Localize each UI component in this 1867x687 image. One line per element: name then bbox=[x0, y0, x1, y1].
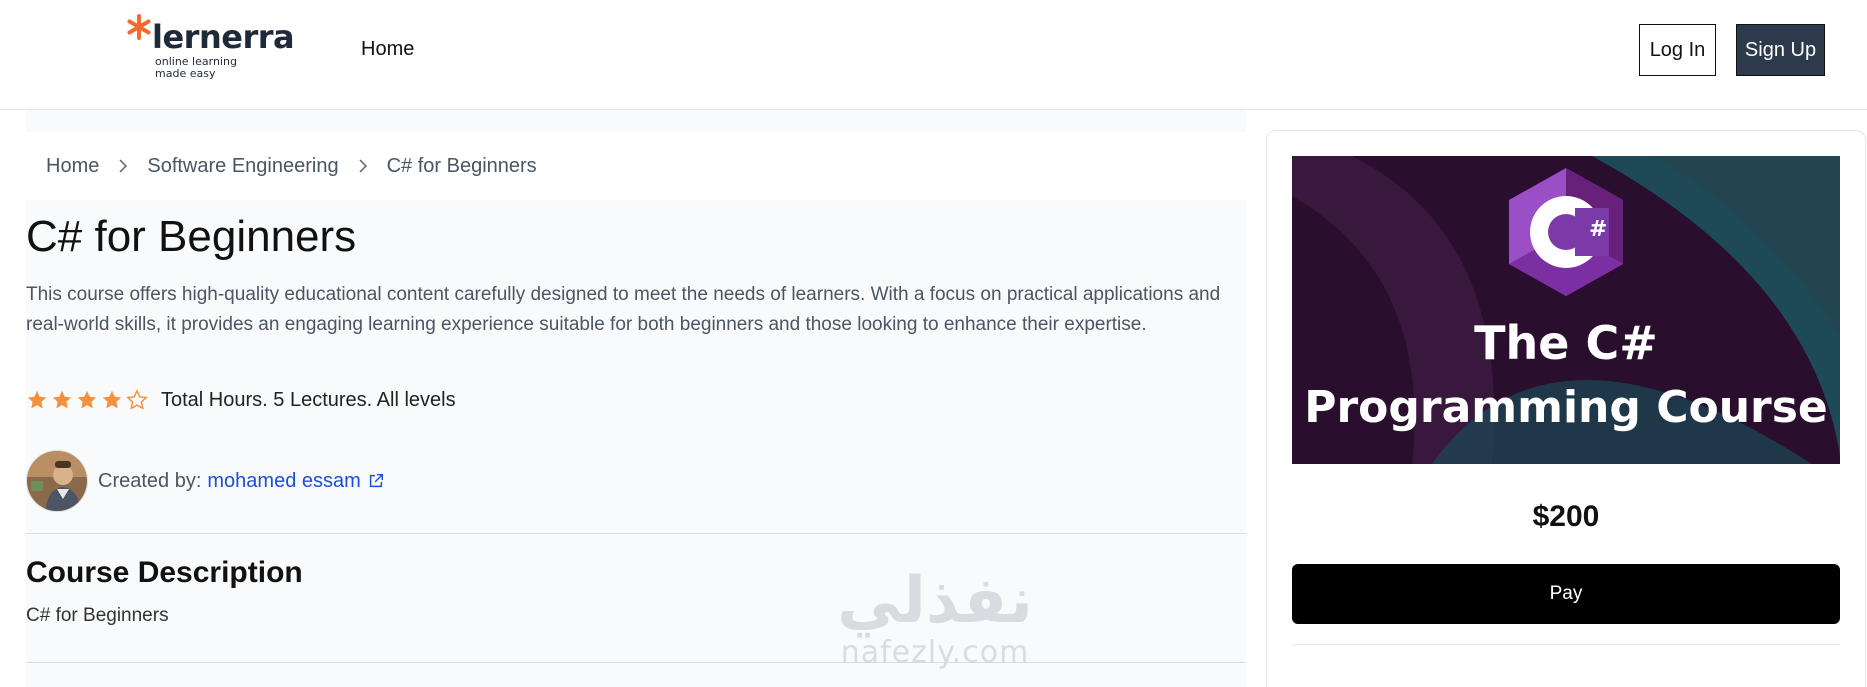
chevron-right-icon bbox=[119, 159, 128, 173]
star-icon bbox=[27, 390, 47, 409]
nav-home-link[interactable]: Home bbox=[361, 38, 414, 61]
signup-button[interactable]: Sign Up bbox=[1736, 24, 1825, 76]
rating-row: Total Hours. 5 Lectures. All levels bbox=[26, 386, 456, 414]
external-link-icon[interactable] bbox=[367, 472, 385, 490]
section-title: Course Description bbox=[26, 556, 303, 589]
chevron-right-icon bbox=[359, 159, 367, 173]
banner-title-line2: Programming Course bbox=[1304, 382, 1828, 433]
creator-row: Created by: mohamed essam bbox=[26, 449, 385, 513]
section-body: C# for Beginners bbox=[26, 605, 169, 626]
breadcrumb: Home Software Engineering C# for Beginne… bbox=[26, 132, 1246, 200]
star-icon bbox=[102, 390, 122, 409]
breadcrumb-home[interactable]: Home bbox=[46, 155, 99, 178]
course-description: This course offers high-quality educatio… bbox=[26, 284, 1221, 335]
divider bbox=[26, 662, 1246, 663]
breadcrumb-current: C# for Beginners bbox=[386, 154, 537, 177]
logo-wordmark: lernerra bbox=[152, 18, 295, 56]
creator-link[interactable]: mohamed essam bbox=[207, 470, 360, 493]
login-button[interactable]: Log In bbox=[1639, 24, 1716, 76]
star-icon bbox=[52, 390, 72, 409]
divider bbox=[26, 533, 1246, 534]
course-meta: Total Hours. 5 Lectures. All levels bbox=[161, 388, 456, 411]
logo-tagline: online learning made easy bbox=[155, 55, 237, 80]
course-price: $200 bbox=[1532, 500, 1600, 533]
divider bbox=[1292, 644, 1840, 645]
star-outline-icon bbox=[126, 389, 148, 410]
course-banner: # The C# Programming Course bbox=[1292, 156, 1840, 464]
breadcrumb-software-engineering[interactable]: Software Engineering bbox=[147, 155, 338, 178]
created-by-label: Created by: bbox=[98, 469, 202, 492]
pay-button[interactable]: Pay bbox=[1292, 564, 1840, 624]
svg-text:#: # bbox=[1589, 217, 1607, 242]
avatar bbox=[26, 450, 88, 512]
star-icon bbox=[77, 390, 97, 409]
page-title: C# for Beginners bbox=[26, 212, 357, 261]
top-header: lernerra online learning made easy Home … bbox=[0, 0, 1867, 110]
lernerra-logo[interactable]: lernerra online learning made easy bbox=[124, 12, 295, 88]
banner-title-line1: The C# bbox=[1474, 316, 1658, 370]
asterisk-star-icon bbox=[127, 14, 151, 40]
